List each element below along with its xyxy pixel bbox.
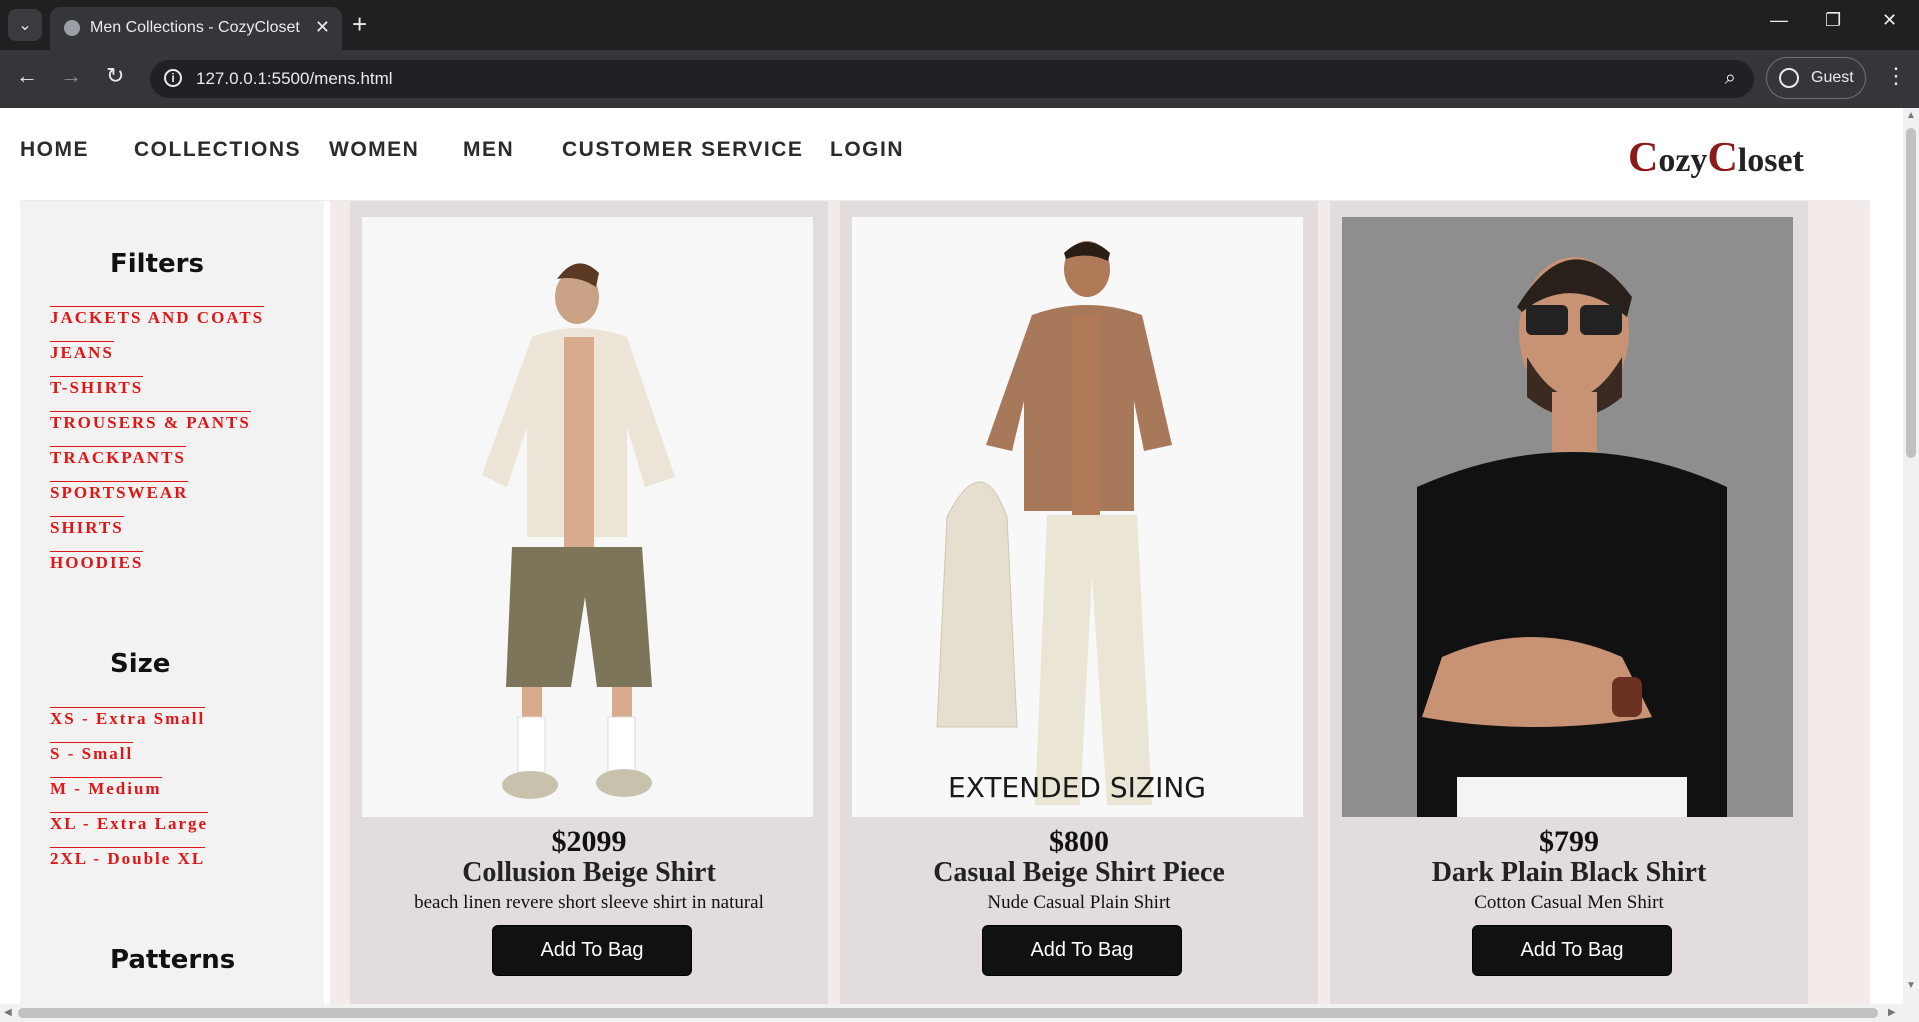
forward-icon[interactable]: →: [60, 64, 82, 88]
image-caption: EXTENDED SIZING: [948, 771, 1206, 804]
nav-home[interactable]: HOME: [20, 138, 89, 162]
product-name[interactable]: Dark Plain Black Shirt: [1330, 857, 1808, 889]
scroll-left-icon[interactable]: ◀: [4, 1007, 12, 1018]
horizontal-scrollbar[interactable]: ◀ ▶: [0, 1004, 1903, 1022]
tab-title: Men Collections - CozyCloset: [90, 19, 300, 36]
nav-women[interactable]: WOMEN: [329, 138, 419, 162]
zoom-icon[interactable]: ⌕: [1725, 67, 1736, 90]
filter-shirts[interactable]: SHIRTS: [50, 516, 124, 539]
browser-toolbar: ← → ↻ i 127.0.0.1:5500/mens.html ⌕ Guest…: [0, 50, 1919, 108]
back-icon[interactable]: ←: [16, 64, 38, 88]
browser-tab[interactable]: Men Collections - CozyCloset ✕: [50, 7, 342, 50]
menu-icon[interactable]: ⋮: [1885, 65, 1907, 87]
product-image[interactable]: [362, 217, 813, 817]
size-heading: Size: [110, 649, 171, 679]
size-xs[interactable]: XS - Extra Small: [50, 707, 206, 730]
filter-sportswear[interactable]: SPORTSWEAR: [50, 481, 189, 504]
close-window-icon[interactable]: ✕: [1882, 10, 1897, 31]
product-price: $800: [1049, 825, 1109, 858]
size-m[interactable]: M - Medium: [50, 777, 162, 800]
product-card: $2099 Collusion Beige Shirt beach linen …: [350, 201, 828, 1004]
product-grid: $2099 Collusion Beige Shirt beach linen …: [330, 201, 1870, 1004]
product-description: Nude Casual Plain Shirt: [987, 892, 1171, 913]
filter-jeans[interactable]: JEANS: [50, 341, 114, 364]
nav-men[interactable]: MEN: [463, 138, 514, 162]
product-card: $799 Dark Plain Black Shirt Cotton Casua…: [1330, 201, 1808, 1004]
site-logo[interactable]: CozyCloset: [1628, 134, 1804, 182]
scroll-right-icon[interactable]: ▶: [1888, 1007, 1896, 1018]
tab-search-button[interactable]: ⌄: [8, 9, 42, 41]
globe-icon: [64, 20, 80, 36]
browser-tab-strip: ⌄ Men Collections - CozyCloset ✕ + — ❐ ✕: [0, 0, 1919, 50]
filter-t-shirts[interactable]: T-SHIRTS: [50, 376, 144, 399]
horizontal-scroll-thumb[interactable]: [18, 1008, 1878, 1018]
product-name[interactable]: Casual Beige Shirt Piece: [840, 857, 1318, 889]
profile-label: Guest: [1811, 69, 1854, 86]
patterns-heading: Patterns: [110, 945, 236, 975]
filter-jackets-and-coats[interactable]: JACKETS AND COATS: [50, 306, 265, 329]
vertical-scrollbar[interactable]: ▲ ▼: [1903, 108, 1919, 1022]
filter-hoodies[interactable]: HOODIES: [50, 551, 144, 574]
size-s[interactable]: S - Small: [50, 742, 134, 765]
size-xl[interactable]: XL - Extra Large: [50, 812, 209, 835]
site-info-icon[interactable]: i: [164, 69, 182, 87]
product-name[interactable]: Collusion Beige Shirt: [350, 857, 828, 889]
scroll-down-icon[interactable]: ▼: [1906, 980, 1916, 991]
add-to-bag-button[interactable]: Add To Bag: [982, 925, 1182, 976]
profile-button[interactable]: Guest: [1766, 57, 1866, 99]
product-description: Cotton Casual Men Shirt: [1474, 892, 1664, 913]
product-price: $2099: [551, 825, 627, 858]
filter-trousers-pants[interactable]: TROUSERS & PANTS: [50, 411, 251, 434]
filter-sidebar: Filters JACKETS AND COATS JEANS T-SHIRTS…: [20, 201, 324, 1004]
product-description: beach linen revere short sleeve shirt in…: [414, 892, 764, 913]
product-price: $799: [1539, 825, 1599, 858]
nav-login[interactable]: LOGIN: [830, 138, 904, 162]
url-text[interactable]: 127.0.0.1:5500/mens.html: [196, 69, 393, 89]
profile-icon: [1779, 68, 1799, 88]
reload-icon[interactable]: ↻: [106, 64, 124, 88]
size-2xl[interactable]: 2XL - Double XL: [50, 847, 206, 870]
close-tab-icon[interactable]: ✕: [315, 17, 330, 38]
restore-icon[interactable]: ❐: [1825, 10, 1841, 31]
product-image[interactable]: EXTENDED SIZING: [852, 217, 1303, 817]
filters-heading: Filters: [110, 249, 204, 279]
minimize-icon[interactable]: —: [1770, 10, 1788, 31]
scroll-up-icon[interactable]: ▲: [1906, 110, 1916, 121]
product-card: EXTENDED SIZING $800 Casual Beige Shirt …: [840, 201, 1318, 1004]
address-bar[interactable]: i 127.0.0.1:5500/mens.html ⌕: [150, 60, 1754, 98]
product-image[interactable]: [1342, 217, 1793, 817]
filter-trackpants[interactable]: TRACKPANTS: [50, 446, 186, 469]
nav-customer-service[interactable]: CUSTOMER SERVICE: [562, 138, 803, 162]
nav-collections[interactable]: COLLECTIONS: [134, 138, 301, 162]
add-to-bag-button[interactable]: Add To Bag: [1472, 925, 1672, 976]
chevron-down-icon: ⌄: [18, 17, 32, 34]
vertical-scroll-thumb[interactable]: [1906, 128, 1916, 458]
web-page: HOME COLLECTIONS WOMEN MEN CUSTOMER SERV…: [0, 108, 1903, 1004]
new-tab-button[interactable]: +: [352, 10, 367, 38]
add-to-bag-button[interactable]: Add To Bag: [492, 925, 692, 976]
